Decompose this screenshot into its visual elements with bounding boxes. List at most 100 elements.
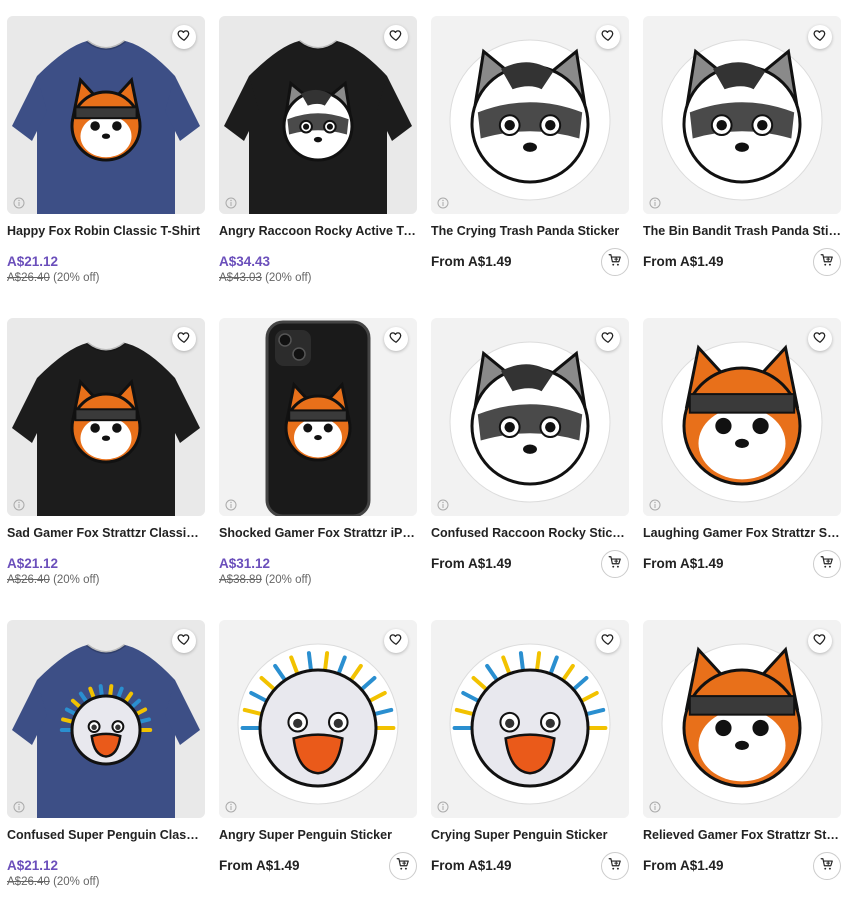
info-icon[interactable]	[225, 498, 237, 511]
product-title[interactable]: The Bin Bandit Trash Panda Stic…	[643, 224, 841, 238]
original-price-line: A$38.89 (20% off)	[219, 574, 417, 586]
favorite-button[interactable]	[172, 25, 196, 49]
product-image[interactable]	[431, 318, 629, 516]
add-to-cart-button[interactable]	[601, 248, 629, 276]
product-price: A$21.12	[7, 556, 59, 571]
product-price: A$31.12	[219, 556, 271, 571]
product-price: From A$1.49	[431, 556, 512, 571]
discount-label: (20% off)	[265, 272, 312, 284]
product-title[interactable]: The Crying Trash Panda Sticker	[431, 224, 629, 238]
product-image[interactable]	[219, 318, 417, 516]
product-price: From A$1.49	[431, 858, 512, 873]
product-price: A$21.12	[7, 858, 59, 873]
product-title[interactable]: Shocked Gamer Fox Strattzr iPh…	[219, 526, 417, 540]
product-card[interactable]: Sad Gamer Fox Strattzr Classic … A$21.12…	[7, 318, 205, 620]
heart-icon	[389, 330, 403, 349]
info-icon[interactable]	[649, 498, 661, 511]
original-price-line: A$26.40 (20% off)	[7, 876, 205, 888]
heart-icon	[177, 632, 191, 651]
heart-icon	[813, 330, 827, 349]
product-card[interactable]: Laughing Gamer Fox Strattzr St… From A$1…	[643, 318, 841, 620]
product-image[interactable]	[431, 620, 629, 818]
add-to-cart-button[interactable]	[813, 550, 841, 578]
product-image[interactable]	[643, 620, 841, 818]
add-to-cart-button[interactable]	[601, 852, 629, 880]
cart-plus-icon	[608, 857, 622, 876]
product-price: From A$1.49	[643, 858, 724, 873]
info-icon[interactable]	[649, 800, 661, 813]
add-to-cart-button[interactable]	[389, 852, 417, 880]
product-image[interactable]	[219, 620, 417, 818]
price-row: From A$1.49	[431, 248, 629, 276]
product-card[interactable]: Angry Super Penguin Sticker From A$1.49	[219, 620, 417, 922]
product-card[interactable]: Relieved Gamer Fox Strattzr Sti… From A$…	[643, 620, 841, 922]
product-card[interactable]: Angry Raccoon Rocky Active T-… A$34.43 A…	[219, 16, 417, 318]
product-title[interactable]: Confused Raccoon Rocky Sticker	[431, 526, 629, 540]
favorite-button[interactable]	[172, 327, 196, 351]
product-title[interactable]: Happy Fox Robin Classic T-Shirt	[7, 224, 205, 238]
favorite-button[interactable]	[384, 327, 408, 351]
product-image[interactable]	[7, 318, 205, 516]
discount-label: (20% off)	[53, 876, 100, 888]
price-row: From A$1.49	[431, 550, 629, 578]
price-row: From A$1.49	[219, 852, 417, 880]
add-to-cart-button[interactable]	[813, 248, 841, 276]
add-to-cart-button[interactable]	[813, 852, 841, 880]
product-price: A$21.12	[7, 254, 59, 269]
info-icon[interactable]	[225, 800, 237, 813]
original-price-line: A$26.40 (20% off)	[7, 272, 205, 284]
product-title[interactable]: Angry Raccoon Rocky Active T-…	[219, 224, 417, 238]
product-price: A$34.43	[219, 254, 271, 269]
product-card[interactable]: Happy Fox Robin Classic T-Shirt A$21.12 …	[7, 16, 205, 318]
product-card[interactable]: Crying Super Penguin Sticker From A$1.49	[431, 620, 629, 922]
heart-icon	[389, 28, 403, 47]
price-row: From A$1.49	[643, 852, 841, 880]
favorite-button[interactable]	[384, 25, 408, 49]
product-image[interactable]	[643, 318, 841, 516]
cart-plus-icon	[396, 857, 410, 876]
info-icon[interactable]	[13, 800, 25, 813]
favorite-button[interactable]	[384, 629, 408, 653]
product-title[interactable]: Sad Gamer Fox Strattzr Classic …	[7, 526, 205, 540]
product-title[interactable]: Angry Super Penguin Sticker	[219, 828, 417, 842]
info-icon[interactable]	[437, 196, 449, 209]
info-icon[interactable]	[13, 498, 25, 511]
info-icon[interactable]	[649, 196, 661, 209]
product-card[interactable]: Confused Super Penguin Classi… A$21.12 A…	[7, 620, 205, 922]
info-icon[interactable]	[437, 498, 449, 511]
favorite-button[interactable]	[808, 629, 832, 653]
info-icon[interactable]	[225, 196, 237, 209]
product-title[interactable]: Confused Super Penguin Classi…	[7, 828, 205, 842]
product-image[interactable]	[7, 620, 205, 818]
product-title[interactable]: Laughing Gamer Fox Strattzr St…	[643, 526, 841, 540]
product-image[interactable]	[7, 16, 205, 214]
info-icon[interactable]	[13, 196, 25, 209]
product-image[interactable]	[431, 16, 629, 214]
price-row: A$21.12 A$26.40 (20% off)	[7, 254, 205, 284]
product-card[interactable]: The Crying Trash Panda Sticker From A$1.…	[431, 16, 629, 318]
product-card[interactable]: Confused Raccoon Rocky Sticker From A$1.…	[431, 318, 629, 620]
favorite-button[interactable]	[596, 25, 620, 49]
favorite-button[interactable]	[596, 629, 620, 653]
product-price: From A$1.49	[431, 254, 512, 269]
favorite-button[interactable]	[808, 327, 832, 351]
price-row: A$21.12 A$26.40 (20% off)	[7, 858, 205, 888]
product-card[interactable]: The Bin Bandit Trash Panda Stic… From A$…	[643, 16, 841, 318]
product-price: From A$1.49	[643, 254, 724, 269]
product-title[interactable]: Relieved Gamer Fox Strattzr Sti…	[643, 828, 841, 842]
price-row: From A$1.49	[431, 852, 629, 880]
product-image[interactable]	[643, 16, 841, 214]
product-title[interactable]: Crying Super Penguin Sticker	[431, 828, 629, 842]
product-card[interactable]: Shocked Gamer Fox Strattzr iPh… A$31.12 …	[219, 318, 417, 620]
cart-plus-icon	[608, 555, 622, 574]
product-image[interactable]	[219, 16, 417, 214]
add-to-cart-button[interactable]	[601, 550, 629, 578]
original-price: A$26.40	[7, 574, 50, 586]
cart-plus-icon	[608, 253, 622, 272]
product-grid: Happy Fox Robin Classic T-Shirt A$21.12 …	[7, 16, 841, 922]
info-icon[interactable]	[437, 800, 449, 813]
favorite-button[interactable]	[172, 629, 196, 653]
heart-icon	[177, 330, 191, 349]
favorite-button[interactable]	[596, 327, 620, 351]
favorite-button[interactable]	[808, 25, 832, 49]
